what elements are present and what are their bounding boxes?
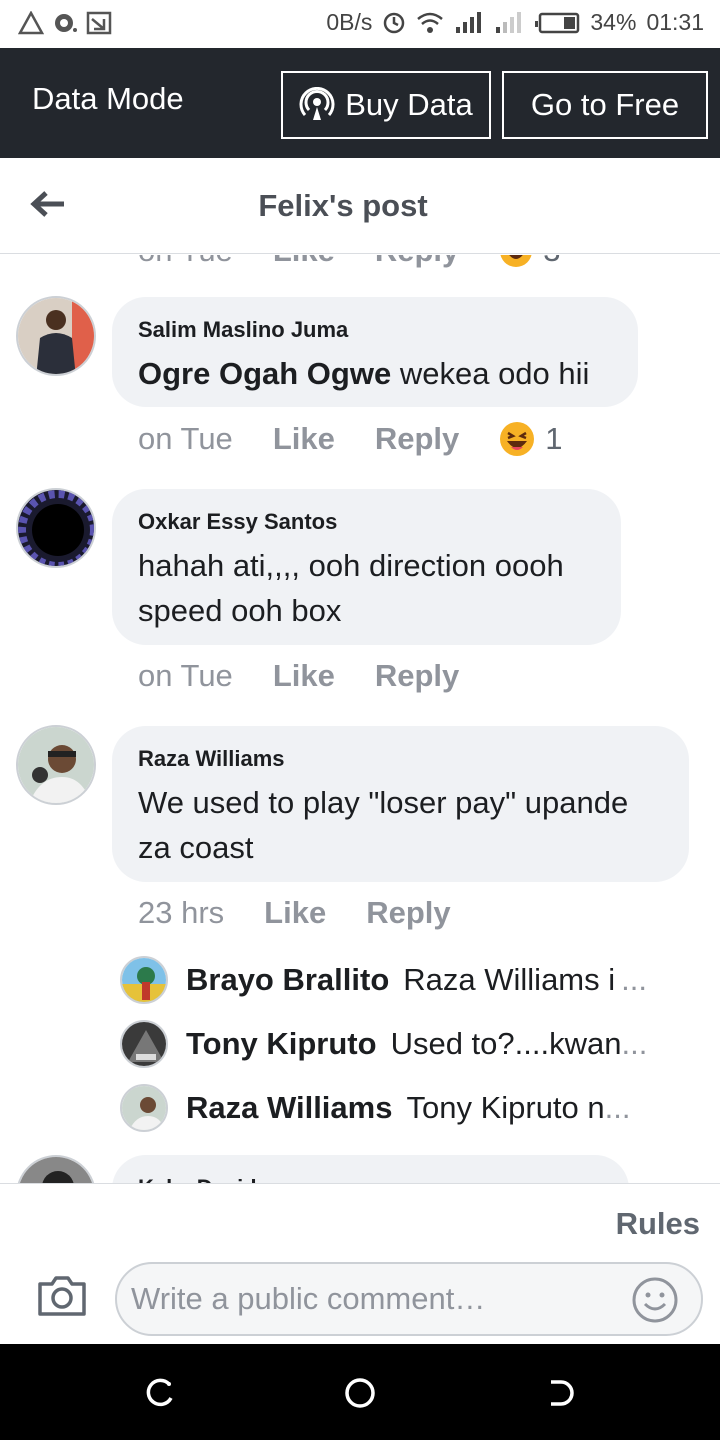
comment-time: on Tue [138,421,233,456]
cast-icon [86,11,112,35]
avatar[interactable] [16,1155,96,1183]
page-title: Felix's post [258,188,428,223]
comment-bubble[interactable]: Raza Williams We used to play "loser pay… [112,726,689,882]
reply-text: Raza Williams i [403,962,616,997]
avatar[interactable] [16,488,96,568]
comment-actions: on Tue Like Reply [138,658,499,694]
post-header: Felix's post [0,158,720,254]
avatar[interactable] [120,1084,168,1132]
comment-text: Ogre Ogah Ogwe wekea odo hii [138,351,612,396]
comments-list: on Tue Like Reply 3 Salim Maslino Juma O… [0,255,720,1183]
reply-preview[interactable]: Brayo Brallito Raza Williams i ... [120,955,647,1005]
reply-button[interactable]: Reply [375,421,459,457]
data-mode-label: Data Mode [32,81,184,116]
reaction-summary[interactable]: 1 [499,421,563,457]
reply-text: Tony Kipruto n [406,1090,605,1125]
reply-ellipsis: ... [621,1026,648,1061]
status-bar-right: 0B/s 34% 01:31 [326,9,704,36]
comment-composer: Rules [0,1183,720,1343]
comment-text: hahah ati,,,, ooh direction oooh speed o… [138,548,564,628]
reply-button[interactable]: Reply [366,895,450,931]
recents-icon[interactable] [143,1376,177,1410]
buy-data-label: Buy Data [345,87,473,122]
reply-author[interactable]: Raza Williams [186,1090,392,1126]
signal-weak-icon [496,11,522,33]
battery-icon [535,12,580,33]
mention-link[interactable]: Ogre Ogah Ogwe [138,356,391,391]
avatar[interactable] [120,956,168,1004]
reply-author[interactable]: Tony Kipruto [186,1026,377,1062]
comment-bubble[interactable]: Salim Maslino Juma Ogre Ogah Ogwe wekea … [112,297,638,407]
comment-input-box[interactable] [115,1262,703,1336]
clock: 01:31 [646,9,704,35]
buy-data-button[interactable]: Buy Data [281,71,491,139]
sync-icon [55,14,77,32]
status-bar-left [18,10,112,36]
comment-body: wekea odo hii [399,356,590,391]
net-speed: 0B/s [326,9,373,35]
avatar-image [18,1157,94,1183]
comment-time: on Tue [138,658,233,693]
comment-author[interactable]: Salim Maslino Juma [138,317,612,343]
like-button[interactable]: Like [273,658,335,694]
haha-reaction-icon [500,422,535,456]
reply-button[interactable]: Reply [375,255,459,269]
comment-author[interactable]: Oxkar Essy Santos [138,509,595,535]
go-to-free-label: Go to Free [530,87,680,122]
data-mode-bar: Data Mode Buy Data Go to Free [0,48,720,158]
comment-actions: on Tue Like Reply 1 [138,421,563,457]
comment-bubble[interactable]: Kaka David [112,1155,629,1183]
like-button[interactable]: Like [273,421,335,457]
reply-preview[interactable]: Tony Kipruto Used to?....kwan ... [120,1019,647,1069]
avatar[interactable] [16,296,96,376]
reply-button[interactable]: Reply [375,658,459,694]
signal-strength-icon [456,11,482,33]
comment-author[interactable]: Raza Williams [138,746,663,772]
avatar-image [122,958,166,1002]
broadcast-icon [299,87,335,120]
emoji-icon[interactable] [631,1276,679,1324]
comment-input[interactable] [131,1276,621,1322]
avatar[interactable] [16,725,96,805]
comment-text: We used to play "loser pay" upande za co… [138,785,629,865]
rules-link[interactable]: Rules [616,1206,700,1242]
camera-icon[interactable] [36,1274,88,1318]
like-button[interactable]: Like [264,895,326,931]
reaction-count: 3 [543,255,560,269]
avatar[interactable] [120,1020,168,1068]
avatar-image [122,1022,166,1066]
reply-ellipsis: ... [604,1090,631,1125]
reply-author[interactable]: Brayo Brallito [186,962,389,998]
status-bar: 0B/s 34% 01:31 [0,0,720,48]
data-saver-icon [384,12,405,33]
comment-bubble[interactable]: Oxkar Essy Santos hahah ati,,,, ooh dire… [112,489,621,645]
comment-time: 23 hrs [138,895,225,930]
haha-reaction-icon [500,255,532,267]
reply-ellipsis: ... [621,962,647,997]
avatar-image [18,727,94,803]
back-nav-icon[interactable] [543,1376,577,1410]
like-button[interactable]: Like [273,255,335,269]
comment-author[interactable]: Kaka David [138,1175,603,1183]
comment-time: on Tue [138,255,233,269]
avatar-image [18,298,94,374]
avatar-image [18,490,94,566]
system-nav-bar [0,1344,720,1440]
warning-triangle-icon [18,11,44,35]
reaction-summary[interactable]: 3 [499,255,561,269]
home-icon[interactable] [343,1376,377,1410]
reaction-count: 1 [545,421,563,456]
go-to-free-button[interactable]: Go to Free [502,71,708,139]
cut-off-action-row: on Tue Like Reply 3 [138,255,561,269]
reply-preview[interactable]: Raza Williams Tony Kipruto n ... [120,1083,630,1133]
comment-actions: 23 hrs Like Reply [138,895,491,931]
avatar-image [122,1086,166,1130]
battery-percent: 34% [590,9,637,35]
reply-text: Used to?....kwan [390,1026,622,1061]
wifi-icon [417,12,444,33]
